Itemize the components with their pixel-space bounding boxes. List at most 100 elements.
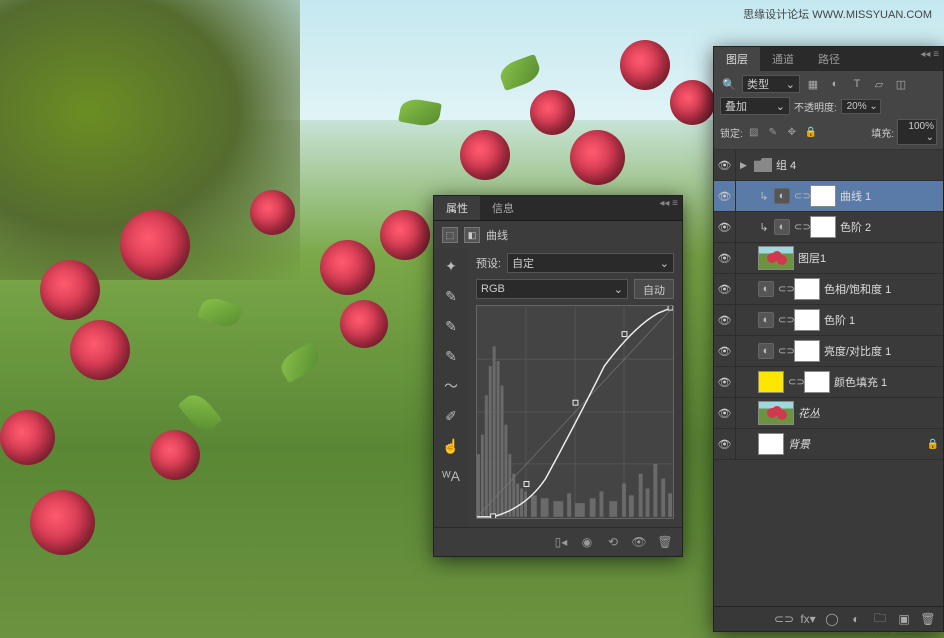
- text-options-icon[interactable]: ᵂA: [442, 467, 460, 485]
- mask-thumbnail[interactable]: [810, 185, 836, 207]
- visibility-toggle-icon[interactable]: 👁: [714, 274, 736, 304]
- preset-dropdown[interactable]: 自定⌄: [507, 253, 674, 273]
- layer-row-hue[interactable]: 👁 ◐⊂⊃色相/饱和度 1: [714, 274, 943, 305]
- tab-channels[interactable]: 通道: [760, 47, 806, 71]
- auto-button[interactable]: 自动: [634, 279, 674, 299]
- previous-state-icon[interactable]: ◉: [578, 534, 596, 550]
- visibility-toggle-icon[interactable]: 👁: [714, 367, 736, 397]
- filter-type-icon[interactable]: T: [848, 75, 866, 93]
- lock-transparent-icon[interactable]: ▧: [746, 125, 762, 139]
- layer-thumbnail[interactable]: [758, 401, 794, 425]
- layer-row-levels1[interactable]: 👁 ◐⊂⊃色阶 1: [714, 305, 943, 336]
- lock-image-icon[interactable]: ✎: [765, 125, 781, 139]
- blend-mode-dropdown[interactable]: 叠加⌄: [720, 97, 790, 115]
- layer-row-flowers[interactable]: 👁 花丛: [714, 398, 943, 429]
- filter-type-dropdown[interactable]: 类型⌄: [742, 75, 800, 93]
- clip-toggle-icon[interactable]: ▯◂: [552, 534, 570, 550]
- mask-thumbnail[interactable]: [804, 371, 830, 393]
- visibility-toggle-icon[interactable]: 👁: [714, 429, 736, 459]
- filter-shape-icon[interactable]: ▱: [870, 75, 888, 93]
- pencil-icon[interactable]: ✐: [442, 407, 460, 425]
- visibility-toggle-icon[interactable]: 👁: [714, 305, 736, 335]
- visibility-toggle-icon[interactable]: 👁: [714, 212, 736, 242]
- lock-all-icon[interactable]: 🔒: [803, 125, 819, 139]
- target-adjust-icon[interactable]: ✦: [442, 257, 460, 275]
- decorative-rose: [0, 410, 55, 465]
- search-icon[interactable]: 🔍: [720, 75, 738, 93]
- eyedropper-white-icon[interactable]: ✎: [442, 347, 460, 365]
- lock-icon: 🔒: [927, 439, 939, 450]
- layer-row-curves[interactable]: 👁 ↳◐⊂⊃曲线 1: [714, 181, 943, 212]
- lock-label: 锁定:: [720, 125, 743, 140]
- curve-edit-icon[interactable]: 〜: [442, 377, 460, 395]
- chevron-down-icon: ⌄: [614, 283, 623, 296]
- decorative-rose: [150, 430, 200, 480]
- brightness-icon: ◐: [758, 343, 774, 359]
- link-icon[interactable]: ⊂⊃: [778, 284, 790, 295]
- filter-smart-icon[interactable]: ◫: [892, 75, 910, 93]
- add-mask-icon[interactable]: ◯: [823, 611, 841, 627]
- tab-paths[interactable]: 路径: [806, 47, 852, 71]
- channel-dropdown[interactable]: RGB⌄: [476, 279, 628, 299]
- curves-graph[interactable]: [476, 305, 674, 519]
- link-icon[interactable]: ⊂⊃: [794, 222, 806, 233]
- layer-row-group[interactable]: 👁 ▶组 4: [714, 150, 943, 181]
- fx-icon[interactable]: fx▾: [799, 611, 817, 627]
- visibility-toggle-icon[interactable]: 👁: [714, 150, 736, 180]
- link-icon[interactable]: ⊂⊃: [778, 346, 790, 357]
- decorative-leaf: [497, 54, 543, 91]
- visibility-toggle-icon[interactable]: 👁: [714, 181, 736, 211]
- link-icon[interactable]: ⊂⊃: [794, 191, 806, 202]
- reset-icon[interactable]: ⟲: [604, 534, 622, 550]
- mask-icon[interactable]: ◧: [464, 227, 480, 243]
- delete-layer-icon[interactable]: 🗑: [919, 611, 937, 627]
- layer-thumbnail[interactable]: [758, 433, 784, 455]
- visibility-icon[interactable]: 👁: [630, 534, 648, 550]
- visibility-toggle-icon[interactable]: 👁: [714, 336, 736, 366]
- properties-panel: 属性 信息 ◂◂ ≡ ⬚ ◧ 曲线 ✦ ✎ ✎ ✎ 〜 ✐ ☝ ᵂA 预设: 自…: [433, 195, 683, 557]
- delete-icon[interactable]: 🗑: [656, 534, 674, 550]
- visibility-toggle-icon[interactable]: 👁: [714, 243, 736, 273]
- levels-icon: ◐: [758, 312, 774, 328]
- visibility-toggle-icon[interactable]: 👁: [714, 398, 736, 428]
- layer-row-brightness[interactable]: 👁 ◐⊂⊃亮度/对比度 1: [714, 336, 943, 367]
- panel-menu-icon[interactable]: ◂◂ ≡: [920, 49, 939, 60]
- tab-properties[interactable]: 属性: [434, 196, 480, 220]
- mask-thumbnail[interactable]: [810, 216, 836, 238]
- layer-row-levels2[interactable]: 👁 ↳◐⊂⊃色阶 2: [714, 212, 943, 243]
- layer-row-image1[interactable]: 👁 图层1: [714, 243, 943, 274]
- filter-pixel-icon[interactable]: ▦: [804, 75, 822, 93]
- add-adjustment-icon[interactable]: ◐: [847, 611, 865, 627]
- mask-thumbnail[interactable]: [794, 340, 820, 362]
- new-group-icon[interactable]: 🗀: [871, 611, 889, 627]
- decorative-leaf: [178, 389, 223, 436]
- expand-icon[interactable]: ▶: [740, 160, 750, 171]
- clip-icon: ↳: [758, 190, 770, 203]
- tab-info[interactable]: 信息: [480, 196, 526, 220]
- fill-thumbnail[interactable]: [758, 371, 784, 393]
- mask-thumbnail[interactable]: [794, 309, 820, 331]
- decorative-rose: [670, 80, 715, 125]
- layer-row-background[interactable]: 👁 背景🔒: [714, 429, 943, 460]
- eyedropper-black-icon[interactable]: ✎: [442, 287, 460, 305]
- link-icon[interactable]: ⊂⊃: [778, 315, 790, 326]
- properties-header: ⬚ ◧ 曲线: [434, 221, 682, 249]
- decorative-rose: [530, 90, 575, 135]
- tab-layers[interactable]: 图层: [714, 47, 760, 71]
- lock-position-icon[interactable]: ✥: [784, 125, 800, 139]
- mask-thumbnail[interactable]: [794, 278, 820, 300]
- new-layer-icon[interactable]: ▣: [895, 611, 913, 627]
- fill-input[interactable]: 100% ⌄: [897, 119, 937, 145]
- preset-label: 预设:: [476, 255, 501, 271]
- layer-row-colorfill[interactable]: 👁 ⊂⊃颜色填充 1: [714, 367, 943, 398]
- opacity-input[interactable]: 20% ⌄: [841, 99, 881, 114]
- decorative-rose: [620, 40, 670, 90]
- decorative-rose: [380, 210, 430, 260]
- filter-adjustment-icon[interactable]: ◐: [826, 75, 844, 93]
- eyedropper-gray-icon[interactable]: ✎: [442, 317, 460, 335]
- link-icon[interactable]: ⊂⊃: [788, 377, 800, 388]
- link-layers-icon[interactable]: ⊂⊃: [775, 611, 793, 627]
- panel-menu-icon[interactable]: ◂◂ ≡: [659, 198, 678, 209]
- smooth-icon[interactable]: ☝: [442, 437, 460, 455]
- layer-thumbnail[interactable]: [758, 246, 794, 270]
